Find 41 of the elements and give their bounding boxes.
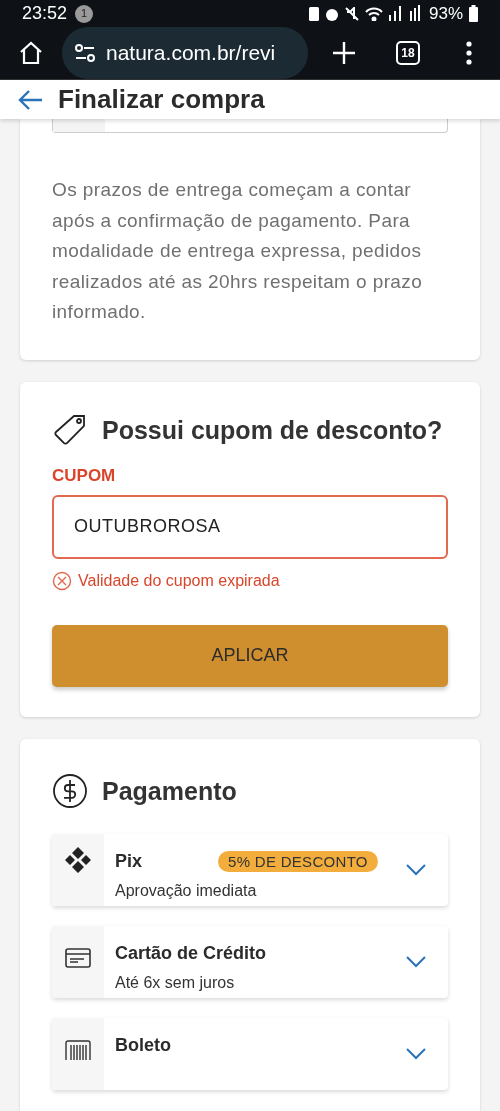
tag-icon: [52, 413, 88, 448]
home-icon[interactable]: [18, 40, 44, 66]
apply-button[interactable]: APLICAR: [52, 624, 448, 687]
battery-icon: [469, 5, 478, 22]
option-title: Cartão de Crédito: [115, 942, 267, 965]
option-title: Boleto: [115, 1034, 171, 1057]
battery-percent: 93%: [428, 2, 463, 25]
tab-count-button[interactable]: 18: [396, 41, 420, 65]
error-icon: [52, 570, 72, 591]
mute-icon: [344, 6, 359, 21]
address-bar[interactable]: natura.com.br/revi: [62, 27, 308, 79]
dollar-icon: [52, 773, 88, 810]
credit-card-icon: [65, 948, 91, 968]
coupon-input[interactable]: OUTUBROROSA: [52, 494, 448, 559]
payment-option[interactable]: Pix 5% DE DESCONTO Aprovação imediata: [52, 834, 448, 906]
diamond-logo-icon: [64, 846, 92, 874]
site-settings-icon[interactable]: [74, 44, 96, 62]
payment-option[interactable]: Cartão de Crédito Até 6x sem juros: [52, 926, 448, 998]
chevron-down-icon[interactable]: [406, 1048, 426, 1060]
discount-badge: 5% DE DESCONTO: [218, 851, 378, 872]
section-title: Pagamento: [102, 775, 237, 807]
field-label: CUPOM: [52, 465, 117, 487]
chevron-down-icon[interactable]: [406, 956, 426, 968]
error-message: Validade do cupom expirada: [78, 570, 280, 591]
page-title: Finalizar compra: [58, 83, 265, 116]
wifi-icon: [364, 6, 383, 21]
new-tab-icon[interactable]: [332, 41, 356, 65]
chevron-down-icon[interactable]: [406, 864, 426, 876]
option-title: Pix: [115, 850, 143, 873]
notification-count: 1: [75, 4, 94, 23]
option-subtitle: Aprovação imediata: [115, 881, 258, 901]
url-text: natura.com.br/revi: [106, 40, 276, 67]
delivery-note: Os prazos de entrega começam a contar após a confirmação de pagamento. Para modalidade de entrega expressa, pedidos realizados até as 20hrs respeitam o prazo informado.: [52, 178, 424, 324]
payment-option[interactable]: Boleto: [52, 1018, 448, 1090]
status-time: 23:52: [22, 2, 68, 25]
section-title: Possui cupom de desconto?: [102, 414, 443, 446]
menu-icon[interactable]: [466, 41, 472, 65]
option-subtitle: Até 6x sem juros: [115, 973, 236, 993]
barcode-icon: [65, 1040, 91, 1060]
back-arrow-icon[interactable]: [18, 88, 44, 111]
signal-icon: [388, 6, 401, 21]
